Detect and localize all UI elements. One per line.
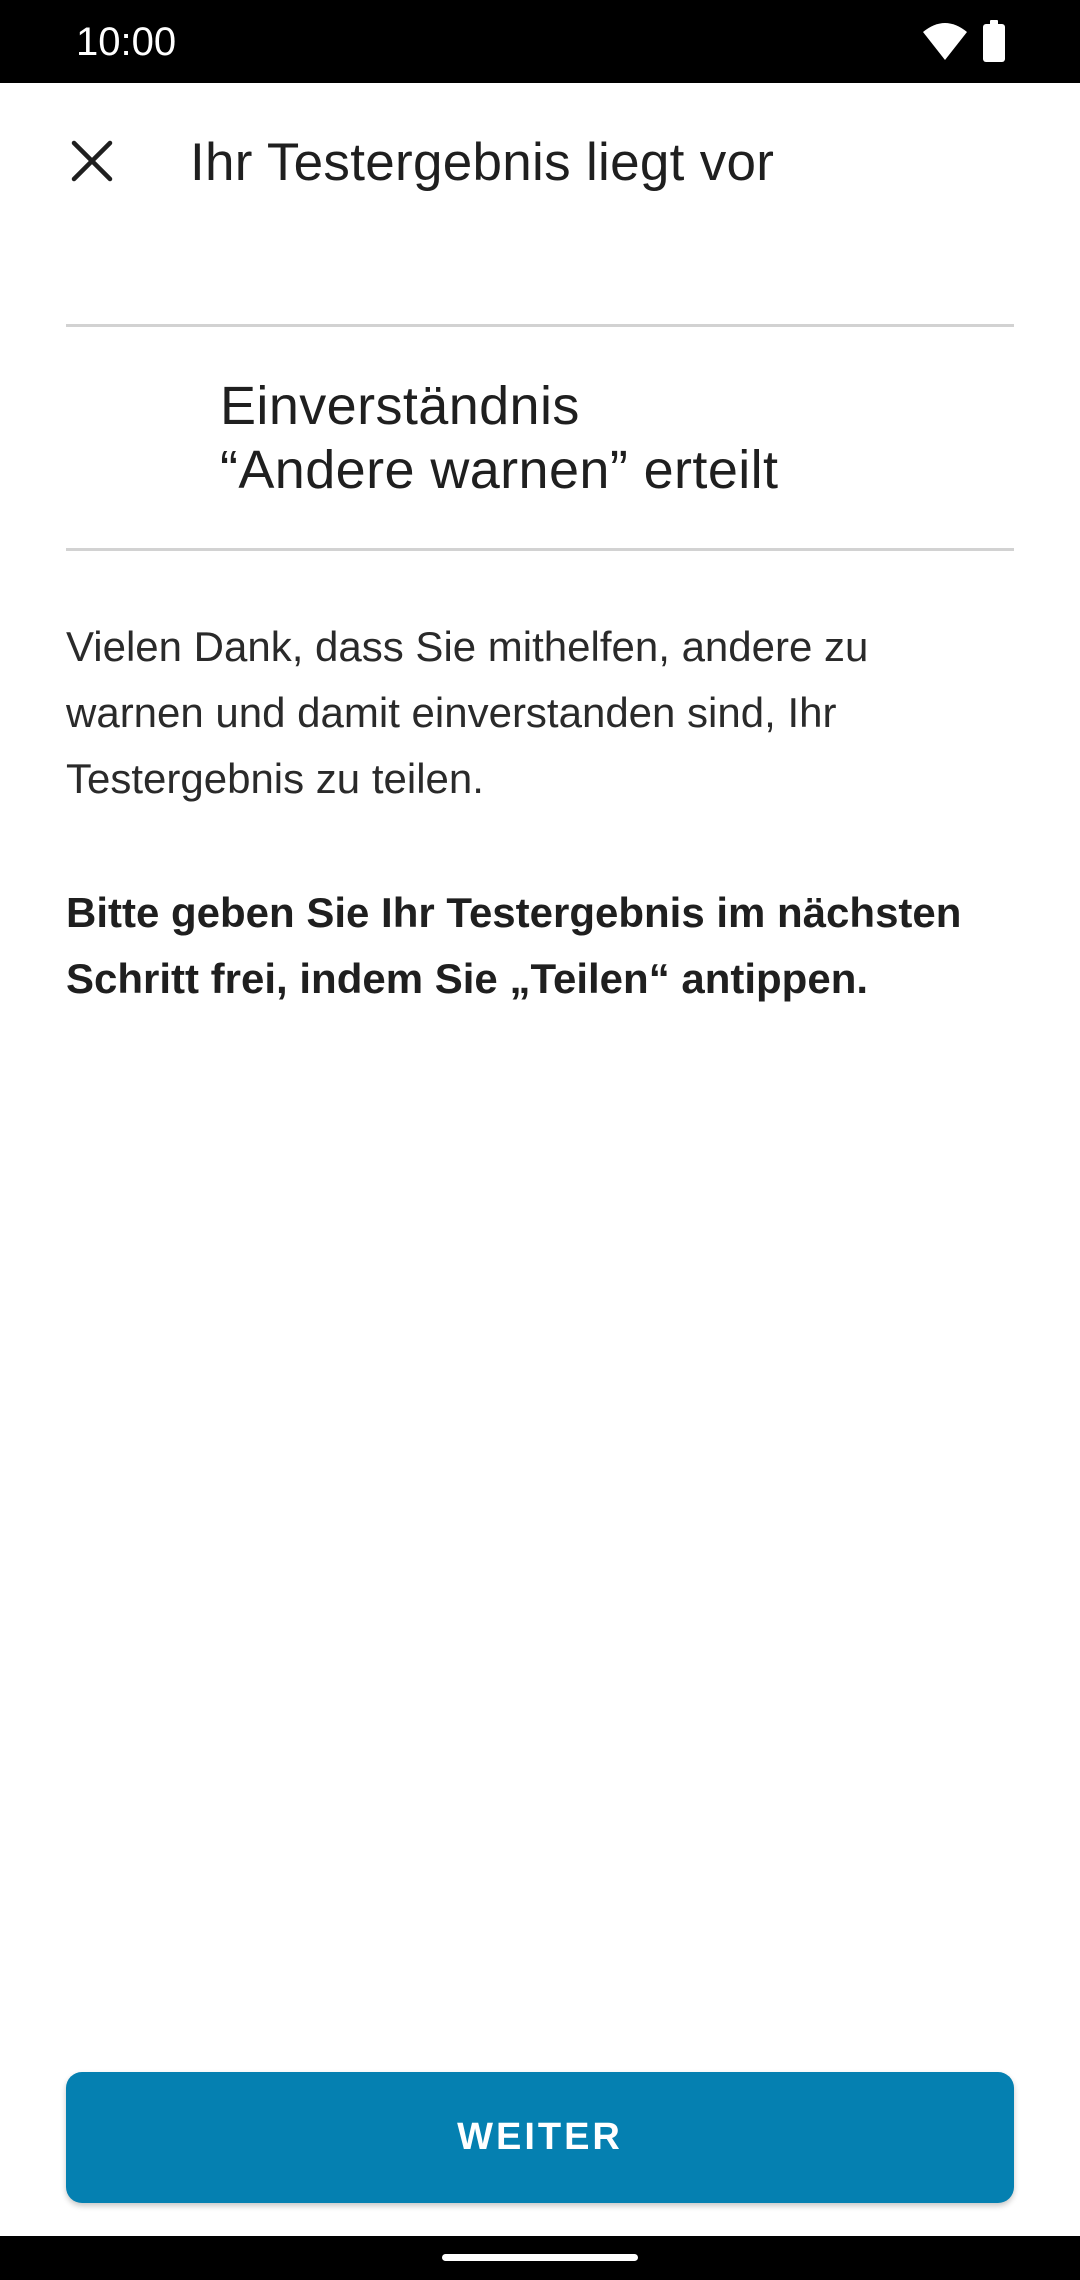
share-instruction-text: Bitte geben Sie Ihr Testergebnis im näch… [66,889,962,1002]
continue-button[interactable]: WEITER [66,2072,1014,2203]
battery-icon [983,20,1005,62]
status-time: 10:00 [76,20,177,64]
close-icon [71,140,113,182]
thank-you-text: Vielen Dank, dass Sie mithelfen, andere … [66,623,869,802]
screen: 10:00 Ihr Testergebnis liegt vor Einvers… [0,0,1080,2280]
status-bar: 10:00 [0,0,1080,83]
navigation-bar [0,2236,1080,2280]
app-bar: Ihr Testergebnis liegt vor [0,83,1080,243]
wifi-icon [923,23,967,60]
headline-line-2: “Andere warnen” erteilt [220,440,779,500]
consent-headline: Einverständnis “Andere warnen” erteilt [220,374,1014,502]
close-button[interactable] [56,125,128,197]
page-title: Ihr Testergebnis liegt vor [190,133,775,192]
divider-top [66,324,1014,327]
divider-bottom [66,548,1014,551]
headline-line-1: Einverständnis [220,376,580,436]
home-indicator[interactable] [442,2254,638,2261]
